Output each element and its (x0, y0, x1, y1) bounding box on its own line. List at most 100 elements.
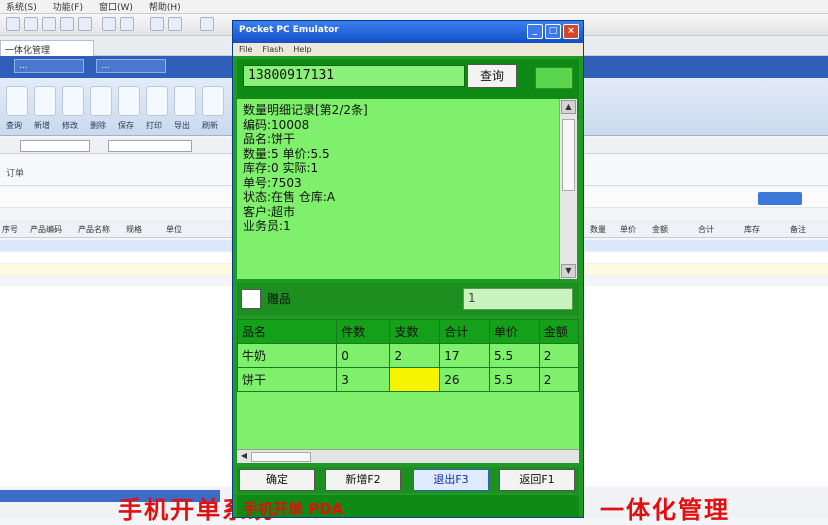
toolbar-icon[interactable] (24, 17, 38, 31)
grid-cell-editing[interactable] (389, 367, 441, 392)
nav-chip[interactable]: ... (14, 59, 84, 73)
toolbar-icon[interactable] (200, 17, 214, 31)
query-button[interactable]: 查询 (467, 64, 517, 88)
info-scrollbar[interactable]: ▲ ▼ (559, 99, 577, 279)
grid-header-cell[interactable]: 单价 (489, 319, 540, 344)
scroll-thumb[interactable] (562, 119, 575, 191)
grid-header-cell[interactable]: 库存 (744, 224, 760, 235)
info-line: 客户:超市 (243, 204, 296, 219)
toolbar-icon[interactable] (168, 17, 182, 31)
bg-menu-item[interactable]: 窗口(W) (99, 0, 133, 13)
maximize-button[interactable]: □ (545, 24, 561, 39)
emulator-menu-item[interactable]: File (239, 45, 252, 54)
toolbar-icon[interactable] (78, 17, 92, 31)
bg-menu-item[interactable]: 帮助(H) (149, 0, 181, 13)
grid-header-cell[interactable]: 单位 (166, 224, 182, 235)
info-line: 状态:在售 仓库:A (243, 190, 336, 204)
grid-header-cell[interactable]: 规格 (126, 224, 142, 235)
confirm-button[interactable]: 确定 (239, 469, 315, 491)
toolbar-icon[interactable] (150, 17, 164, 31)
grid-cell[interactable]: 饼干 (237, 367, 338, 392)
info-line: 单号:7503 (243, 175, 302, 190)
grid-hscrollbar[interactable]: ◀ (237, 449, 579, 463)
hscroll-thumb[interactable] (251, 452, 311, 462)
exit-button[interactable]: 退出F3 (413, 469, 489, 491)
ribbon-button[interactable] (146, 86, 168, 116)
ribbon-button[interactable] (202, 86, 224, 116)
ribbon-button[interactable] (6, 86, 28, 116)
grid-header-cell[interactable]: 产品名称 (78, 224, 110, 235)
grid-header-cell[interactable]: 支数 (389, 319, 441, 344)
grid-cell[interactable]: 0 (336, 343, 391, 368)
phone-footer-caption: 手机开单 PDA (237, 495, 579, 517)
toolbar-icon[interactable] (102, 17, 116, 31)
phone-number-input[interactable]: 13800917131 (243, 65, 465, 87)
emulator-menu-item[interactable]: Flash (262, 45, 283, 54)
bg-menu-item[interactable]: 功能(F) (53, 0, 83, 13)
table-row[interactable]: 饼干 3 26 5.5 2 (237, 367, 579, 392)
options-row: 赠品 1 (237, 283, 579, 315)
emulator-titlebar[interactable]: Pocket PC Emulator _ □ × (233, 21, 583, 43)
minimize-button[interactable]: _ (527, 24, 543, 39)
grid-header-cell[interactable]: 合计 (698, 224, 714, 235)
info-line: 编码:10008 (243, 117, 310, 132)
ribbon-label: 保存 (118, 121, 134, 130)
ribbon-button[interactable] (90, 86, 112, 116)
overlay-caption-right: 一体化管理 (600, 496, 730, 524)
ribbon-label: 删除 (90, 121, 106, 130)
grid-cell[interactable]: 5.5 (489, 343, 540, 368)
toolbar-icon[interactable] (60, 17, 74, 31)
gift-checkbox-label: 赠品 (267, 292, 292, 306)
bg-tab-main[interactable]: 一体化管理 (0, 40, 94, 56)
close-button[interactable]: × (563, 24, 579, 39)
ribbon-button[interactable] (34, 86, 56, 116)
toolbar-icon[interactable] (42, 17, 56, 31)
filter-dropdown[interactable] (20, 140, 90, 152)
bg-menu-item[interactable]: 系统(S) (6, 0, 37, 13)
ribbon-label: 修改 (62, 121, 78, 130)
grid-cell[interactable]: 牛奶 (237, 343, 338, 368)
grid-cell[interactable]: 3 (336, 367, 391, 392)
ribbon-button[interactable] (118, 86, 140, 116)
info-line: 品名:饼干 (243, 132, 296, 146)
info-line: 数量:5 单价:5.5 (243, 146, 330, 161)
grid-header-cell[interactable]: 备注 (790, 224, 806, 235)
ribbon-button[interactable] (62, 86, 84, 116)
grid-header-cell[interactable]: 序号 (2, 224, 18, 235)
search-button[interactable] (758, 192, 802, 205)
grid-cell[interactable]: 5.5 (489, 367, 540, 392)
toolbar-icon[interactable] (120, 17, 134, 31)
order-items-grid: 品名 件数 支数 合计 单价 金额 牛奶 0 2 17 5.5 2 饼干 3 2… (237, 319, 579, 449)
grid-cell[interactable]: 2 (538, 367, 579, 392)
grid-header-cell[interactable]: 金额 (538, 319, 579, 344)
grid-header-cell[interactable]: 金额 (652, 224, 668, 235)
grid-header-cell[interactable]: 品名 (237, 319, 338, 344)
ribbon-button[interactable] (174, 86, 196, 116)
ribbon-label: 查询 (6, 121, 22, 130)
new-button[interactable]: 新增F2 (325, 469, 401, 491)
quantity-field[interactable]: 1 (463, 288, 573, 310)
grid-cell[interactable]: 2 (538, 343, 579, 368)
grid-header-cell[interactable]: 产品编码 (30, 224, 62, 235)
grid-header-cell[interactable]: 数量 (590, 224, 606, 235)
gift-checkbox[interactable] (241, 289, 261, 309)
grid-cell[interactable]: 17 (439, 343, 491, 368)
maximize-icon: □ (548, 26, 558, 36)
nav-chip[interactable]: ... (96, 59, 166, 73)
scroll-down-icon[interactable]: ▼ (561, 264, 576, 278)
grid-header-cell[interactable]: 单价 (620, 224, 636, 235)
toolbar-icon[interactable] (6, 17, 20, 31)
scroll-up-icon[interactable]: ▲ (561, 100, 576, 114)
grid-cell[interactable]: 26 (439, 367, 491, 392)
grid-header-cell[interactable]: 合计 (439, 319, 491, 344)
emulator-menu-item[interactable]: Help (293, 45, 311, 54)
grid-cell[interactable]: 2 (389, 343, 441, 368)
grid-header-cell[interactable]: 件数 (336, 319, 391, 344)
table-row[interactable]: 牛奶 0 2 17 5.5 2 (237, 343, 579, 368)
filter-dropdown[interactable] (108, 140, 192, 152)
emulator-title: Pocket PC Emulator (239, 25, 339, 35)
scroll-left-icon[interactable]: ◀ (238, 451, 250, 462)
bg-tab-label: 一体化管理 (5, 46, 51, 56)
grid-header-row: 品名 件数 支数 合计 单价 金额 (237, 319, 579, 344)
back-button[interactable]: 返回F1 (499, 469, 575, 491)
